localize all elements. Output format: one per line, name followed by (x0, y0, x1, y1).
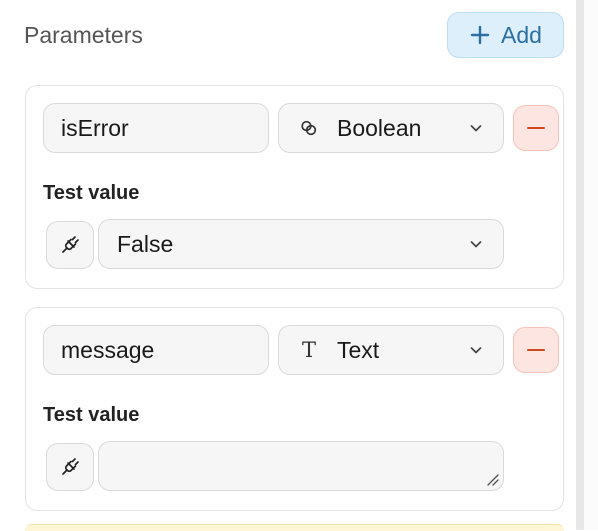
test-value-label: Test value (43, 404, 140, 426)
parameter-type-select[interactable]: T Text (278, 325, 504, 375)
remove-parameter-button[interactable] (513, 105, 559, 151)
chevron-down-icon (470, 125, 482, 132)
parameter-type-select[interactable]: Boolean (278, 103, 504, 153)
add-button-label: Add (501, 21, 542, 48)
boolean-icon (297, 116, 321, 140)
minus-icon (527, 348, 545, 352)
minus-icon (527, 126, 545, 130)
parameter-name-value: isError (61, 114, 129, 141)
text-type-icon: T (301, 338, 316, 362)
plug-icon (62, 236, 79, 253)
plus-icon (470, 25, 490, 45)
parameter-type-value: Text (337, 336, 380, 363)
panel-title: Parameters (24, 22, 143, 48)
chevron-down-icon (470, 241, 482, 248)
parameters-panel: Parameters Add isError Boolean Test valu… (0, 0, 574, 531)
connect-value-button[interactable] (46, 221, 94, 269)
panel-gutter (584, 0, 598, 530)
parameter-type-value: Boolean (337, 114, 422, 141)
parameter-card: message T Text Test value (25, 307, 564, 511)
chevron-down-icon (470, 347, 482, 354)
test-value-selected: False (117, 230, 174, 257)
test-value-textarea[interactable] (98, 441, 504, 491)
connect-value-button[interactable] (46, 443, 94, 491)
parameter-name-value: message (61, 336, 155, 363)
remove-parameter-button[interactable] (513, 327, 559, 373)
resize-handle-icon[interactable] (485, 472, 499, 486)
scrollbar[interactable] (576, 0, 584, 530)
add-parameter-button[interactable]: Add (447, 12, 564, 58)
test-value-label: Test value (43, 182, 140, 204)
test-value-select[interactable]: False (98, 219, 504, 269)
plug-icon (62, 458, 79, 475)
parameter-name-input[interactable]: isError (43, 103, 269, 153)
parameter-name-input[interactable]: message (43, 325, 269, 375)
parameter-card: isError Boolean Test value False (25, 85, 564, 289)
